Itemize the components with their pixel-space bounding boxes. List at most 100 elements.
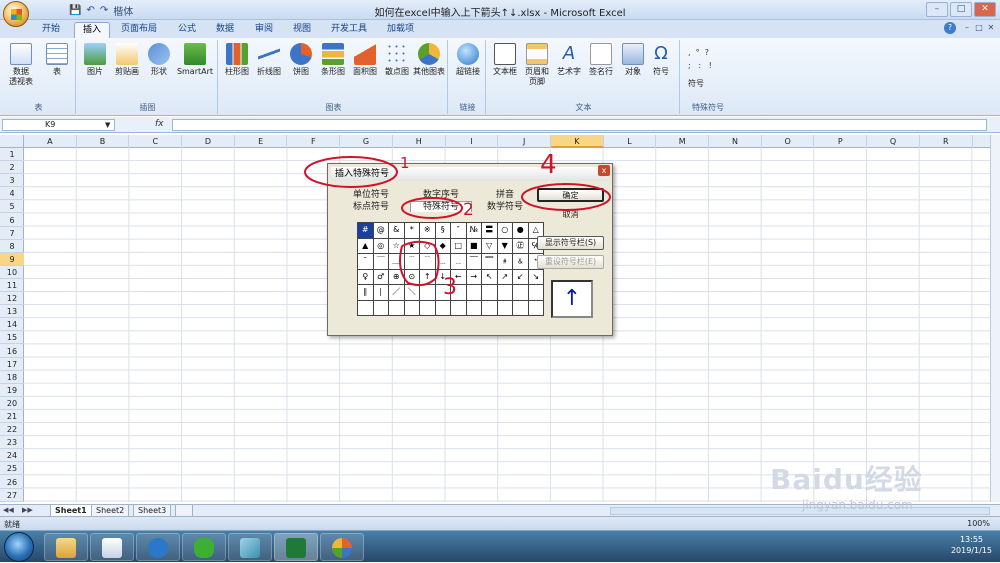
symbol-cell[interactable] bbox=[528, 300, 544, 316]
symbol-cell[interactable] bbox=[451, 300, 467, 316]
tab-developer[interactable]: 开发工具 bbox=[323, 22, 375, 38]
row-header-8[interactable]: 8 bbox=[0, 240, 24, 253]
symbol-cell[interactable]: ▼ bbox=[497, 238, 513, 254]
symbol-cell[interactable]: ﹎ bbox=[451, 254, 467, 270]
taskbar-item-folder[interactable] bbox=[44, 533, 88, 561]
show-symbol-bar-button[interactable]: 显示符号栏(S) bbox=[537, 236, 604, 250]
symbol-cell[interactable]: ㊣ bbox=[513, 238, 529, 254]
symbol-cell[interactable]: ○ bbox=[497, 223, 513, 239]
row-header-24[interactable]: 24 bbox=[0, 449, 24, 463]
ok-button[interactable]: 确定 bbox=[537, 188, 604, 202]
other-charts-button[interactable]: 其他图表 bbox=[412, 43, 446, 77]
column-header-g[interactable]: G bbox=[340, 135, 393, 148]
symbol-cell[interactable]: ￣ bbox=[373, 254, 389, 270]
taskbar-item-sogou[interactable] bbox=[136, 533, 180, 561]
signature-line-button[interactable]: 签名行 bbox=[584, 43, 618, 77]
workbook-minimize-button[interactable]: – bbox=[962, 22, 972, 34]
tab-add-ins[interactable]: 加载项 bbox=[379, 22, 422, 38]
chevron-down-icon[interactable]: ▼ bbox=[105, 121, 110, 129]
minimize-button[interactable]: – bbox=[926, 2, 948, 17]
pie-chart-button[interactable]: 饼图 bbox=[284, 43, 318, 77]
row-header-19[interactable]: 19 bbox=[0, 384, 24, 397]
special-symbol-button[interactable]: 符号 bbox=[688, 78, 704, 89]
tab-review[interactable]: 审阅 bbox=[247, 22, 281, 38]
taskbar-item-explorer[interactable] bbox=[90, 533, 134, 561]
row-header-7[interactable]: 7 bbox=[0, 227, 24, 240]
cancel-button[interactable]: 取消 bbox=[537, 209, 604, 223]
symbol-cell[interactable] bbox=[513, 285, 529, 301]
close-button[interactable]: ✕ bbox=[974, 2, 996, 17]
symbol-cell[interactable] bbox=[358, 300, 374, 316]
symbol-cell[interactable] bbox=[435, 300, 451, 316]
text-box-button[interactable]: 文本框 bbox=[488, 43, 522, 77]
row-header-1[interactable]: 1 bbox=[0, 148, 24, 162]
column-header-o[interactable]: O bbox=[762, 135, 815, 148]
picture-button[interactable]: 图片 bbox=[78, 43, 112, 77]
symbol-cell[interactable]: ▲ bbox=[358, 238, 374, 254]
tab-math-symbols[interactable]: 数学符号 bbox=[474, 202, 536, 212]
symbol-cell[interactable]: ﹋ bbox=[466, 254, 482, 270]
last-sheet-icon[interactable]: ▶▶ bbox=[22, 506, 33, 514]
shapes-button[interactable]: 形状 bbox=[142, 43, 176, 77]
column-header-q[interactable]: Q bbox=[867, 135, 920, 148]
symbol-cell[interactable]: ◇ bbox=[420, 238, 436, 254]
name-box[interactable]: K9 bbox=[2, 119, 115, 131]
row-header-2[interactable]: 2 bbox=[0, 161, 24, 175]
symbol-cell[interactable]: ♂ bbox=[373, 269, 389, 285]
symbol-cell[interactable]: ⊙ bbox=[404, 269, 420, 285]
help-icon[interactable]: ? bbox=[944, 22, 956, 34]
column-header-c[interactable]: C bbox=[129, 135, 183, 148]
row-header-21[interactable]: 21 bbox=[0, 410, 24, 424]
row-header-23[interactable]: 23 bbox=[0, 436, 24, 450]
symbol-cell[interactable]: ☆ bbox=[389, 238, 405, 254]
symbol-cell[interactable] bbox=[466, 300, 482, 316]
row-header-4[interactable]: 4 bbox=[0, 187, 24, 201]
symbol-cell[interactable]: ″ bbox=[451, 223, 467, 239]
row-header-27[interactable]: 27 bbox=[0, 489, 24, 502]
symbol-cell[interactable]: ◆ bbox=[435, 238, 451, 254]
first-sheet-icon[interactable]: ◀◀ bbox=[3, 506, 14, 514]
symbol-cell[interactable] bbox=[528, 285, 544, 301]
column-header-l[interactable]: L bbox=[604, 135, 657, 148]
symbol-cell[interactable]: ▽ bbox=[482, 238, 498, 254]
symbol-cell[interactable]: ﹍ bbox=[435, 254, 451, 270]
symbol-cell[interactable]: ↑ bbox=[420, 269, 436, 285]
symbol-cell[interactable]: 〓 bbox=[482, 223, 498, 239]
symbol-cell[interactable] bbox=[513, 300, 529, 316]
wordart-button[interactable]: A 艺术字 bbox=[552, 43, 586, 77]
row-header-14[interactable]: 14 bbox=[0, 318, 24, 332]
row-header-12[interactable]: 12 bbox=[0, 292, 24, 306]
column-chart-button[interactable]: 柱形图 bbox=[220, 43, 254, 77]
symbol-cell[interactable]: № bbox=[466, 223, 482, 239]
row-header-17[interactable]: 17 bbox=[0, 358, 24, 371]
symbol-cell[interactable]: ﹟ bbox=[497, 254, 513, 270]
symbol-cell[interactable] bbox=[482, 285, 498, 301]
column-header-a[interactable]: A bbox=[24, 135, 77, 148]
symbol-cell[interactable] bbox=[389, 300, 405, 316]
maximize-button[interactable]: □ bbox=[950, 2, 972, 17]
clip-art-button[interactable]: 剪贴画 bbox=[110, 43, 144, 77]
column-header-d[interactable]: D bbox=[182, 135, 235, 148]
workbook-close-button[interactable]: ✕ bbox=[986, 22, 996, 34]
clock[interactable]: 13:55 2019/1/15 bbox=[951, 534, 992, 556]
symbol-cell[interactable]: ↗ bbox=[497, 269, 513, 285]
symbol-button[interactable]: Ω 符号 bbox=[644, 43, 678, 77]
select-all-corner[interactable] bbox=[0, 135, 24, 148]
area-chart-button[interactable]: 面积图 bbox=[348, 43, 382, 77]
symbol-cell[interactable]: ＼ bbox=[404, 285, 420, 301]
symbol-cell[interactable] bbox=[373, 300, 389, 316]
column-header-p[interactable]: P bbox=[815, 135, 868, 148]
workbook-restore-button[interactable]: □ bbox=[974, 22, 984, 34]
row-header-16[interactable]: 16 bbox=[0, 345, 24, 358]
start-button[interactable] bbox=[4, 532, 34, 562]
symbol-cell[interactable]: ♀ bbox=[358, 269, 374, 285]
tab-punctuation[interactable]: 标点符号 bbox=[340, 202, 402, 212]
row-header-11[interactable]: 11 bbox=[0, 279, 24, 293]
symbol-cell[interactable] bbox=[497, 300, 513, 316]
row-header-18[interactable]: 18 bbox=[0, 371, 24, 384]
symbol-cell[interactable]: → bbox=[466, 269, 482, 285]
tab-number-symbols[interactable]: 数字序号 bbox=[410, 190, 472, 200]
bar-chart-button[interactable]: 条形图 bbox=[316, 43, 350, 77]
row-header-3[interactable]: 3 bbox=[0, 174, 24, 188]
symbol-cell[interactable] bbox=[404, 300, 420, 316]
